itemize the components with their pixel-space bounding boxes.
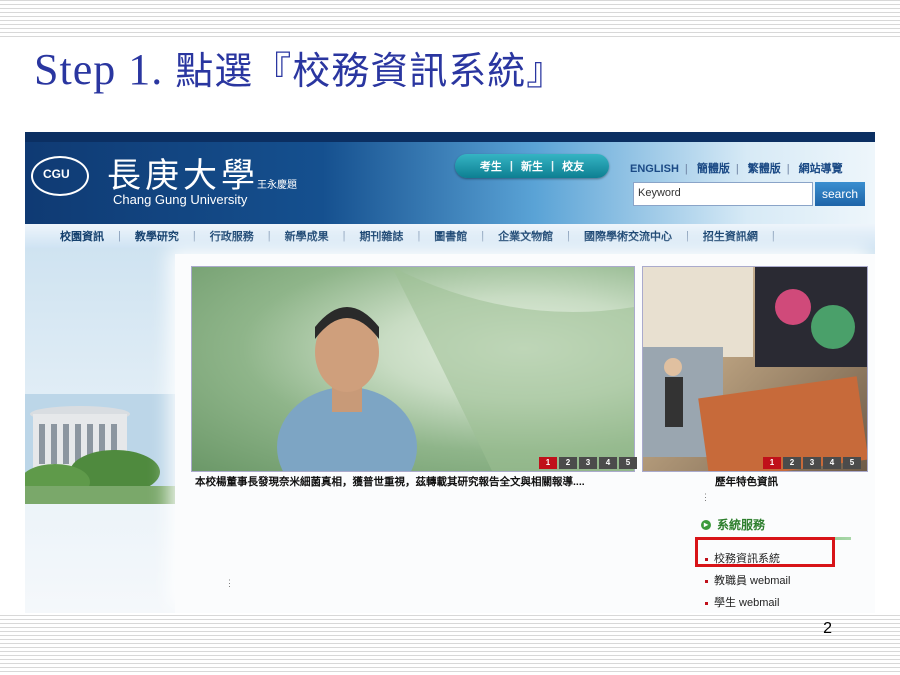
separator: | xyxy=(771,230,775,242)
separator: | xyxy=(342,230,346,242)
separator: | xyxy=(509,160,513,172)
separator: | xyxy=(481,230,485,242)
feature2-caption[interactable]: 歷年特色資訊 xyxy=(715,474,778,489)
separator: | xyxy=(118,230,121,242)
language-links: ENGLISH | 簡體版 | 繁體版 | 網站導覽 xyxy=(627,160,846,176)
highlight-box xyxy=(695,537,835,567)
separator: | xyxy=(735,163,739,175)
main-nav: 校園資訊 | 教學研究 | 行政服務 | 新學成果 | 期刊雜誌 | 圖書館 | 企業文物館… xyxy=(25,224,875,248)
service-item-staff-webmail[interactable]: 教職員 webmail xyxy=(705,570,866,592)
divider-dots: ⋮ xyxy=(701,492,710,502)
separator: | xyxy=(551,160,555,172)
search-input[interactable]: Keyword xyxy=(633,182,813,206)
pager2-page-4[interactable]: 4 xyxy=(823,457,841,469)
header-top-bar xyxy=(25,132,875,142)
pager-page-3[interactable]: 3 xyxy=(579,457,597,469)
arrow-circle-icon: ▸ xyxy=(701,519,711,530)
separator: | xyxy=(267,230,271,242)
service-item-student-webmail[interactable]: 學生 webmail xyxy=(705,592,866,613)
pager2-page-5[interactable]: 5 xyxy=(843,457,861,469)
logo-signature: 王永慶題 xyxy=(257,180,297,191)
link-english[interactable]: ENGLISH xyxy=(630,163,679,175)
feature-pager: 1 2 3 4 5 xyxy=(539,457,637,469)
title-step: Step 1. xyxy=(34,45,164,94)
nav-international[interactable]: 國際學術交流中心 xyxy=(581,228,675,244)
link-sitemap[interactable]: 網站導覽 xyxy=(799,163,843,175)
divider-dots: ⋮ xyxy=(225,578,234,588)
logo-mark: CGU xyxy=(43,167,70,181)
pager2-page-1[interactable]: 1 xyxy=(763,457,781,469)
pager-page-5[interactable]: 5 xyxy=(619,457,637,469)
slide-stripes-top xyxy=(0,0,900,40)
website-screenshot: CGU 長庚大學 王永慶題 Chang Gung University 考生 |… xyxy=(25,132,875,613)
nav-admin-services[interactable]: 行政服務 xyxy=(207,228,257,244)
service-label: 教職員 webmail xyxy=(714,575,791,587)
audience-links: 考生 | 新生 | 校友 xyxy=(455,154,609,178)
link-traditional[interactable]: 繁體版 xyxy=(748,163,781,175)
link-freshmen[interactable]: 新生 xyxy=(521,158,543,174)
nav-teaching-research[interactable]: 教學研究 xyxy=(132,228,182,244)
portrait-photo xyxy=(277,267,634,471)
feature-banner[interactable] xyxy=(191,266,635,472)
feature2-banner[interactable] xyxy=(642,266,868,472)
page-number: 2 xyxy=(823,620,832,637)
collage-photo xyxy=(643,267,867,471)
services-title: 系統服務 xyxy=(717,518,766,532)
bullet-icon xyxy=(705,579,708,583)
logo-english-name: Chang Gung University xyxy=(113,192,248,207)
campus-building-image xyxy=(25,394,175,504)
nav-achievements[interactable]: 新學成果 xyxy=(282,228,332,244)
slide-title: Step 1. 點選『校務資訊系統』 xyxy=(34,40,565,95)
nav-museum[interactable]: 企業文物館 xyxy=(495,228,556,244)
pager-page-1[interactable]: 1 xyxy=(539,457,557,469)
slide-stripes-bottom xyxy=(0,615,900,675)
separator: | xyxy=(192,230,196,242)
separator: | xyxy=(686,230,689,242)
title-instruction: 點選『校務資訊系統』 xyxy=(175,49,566,93)
separator: | xyxy=(684,163,688,175)
nav-journals[interactable]: 期刊雜誌 xyxy=(356,228,406,244)
services-header: ▸ 系統服務 xyxy=(701,516,866,533)
feature-caption[interactable]: 本校楊董事長發現奈米細菌真相，獲普世重視，茲轉載其研究報告全文與相關報導.... xyxy=(195,474,585,489)
link-simplified[interactable]: 簡體版 xyxy=(697,163,730,175)
link-alumni[interactable]: 校友 xyxy=(562,158,584,174)
nav-admissions[interactable]: 招生資訊網 xyxy=(700,228,761,244)
bullet-icon xyxy=(705,601,708,605)
search-button[interactable]: search xyxy=(815,182,865,206)
cgu-logo-icon[interactable]: CGU xyxy=(31,156,89,196)
separator: | xyxy=(786,163,790,175)
site-header: CGU 長庚大學 王永慶題 Chang Gung University 考生 |… xyxy=(25,132,875,224)
pager-page-2[interactable]: 2 xyxy=(559,457,577,469)
separator: | xyxy=(567,230,571,242)
pager2-page-3[interactable]: 3 xyxy=(803,457,821,469)
pager2-page-2[interactable]: 2 xyxy=(783,457,801,469)
separator: | xyxy=(417,230,421,242)
pager-page-4[interactable]: 4 xyxy=(599,457,617,469)
logo-chinese-name: 長庚大學 xyxy=(107,156,259,196)
service-label: 學生 webmail xyxy=(714,597,780,609)
link-applicants[interactable]: 考生 xyxy=(480,158,502,174)
nav-campus-info[interactable]: 校園資訊 xyxy=(57,228,107,244)
feature2-pager: 1 2 3 4 5 xyxy=(763,457,861,469)
nav-library[interactable]: 圖書館 xyxy=(431,228,470,244)
